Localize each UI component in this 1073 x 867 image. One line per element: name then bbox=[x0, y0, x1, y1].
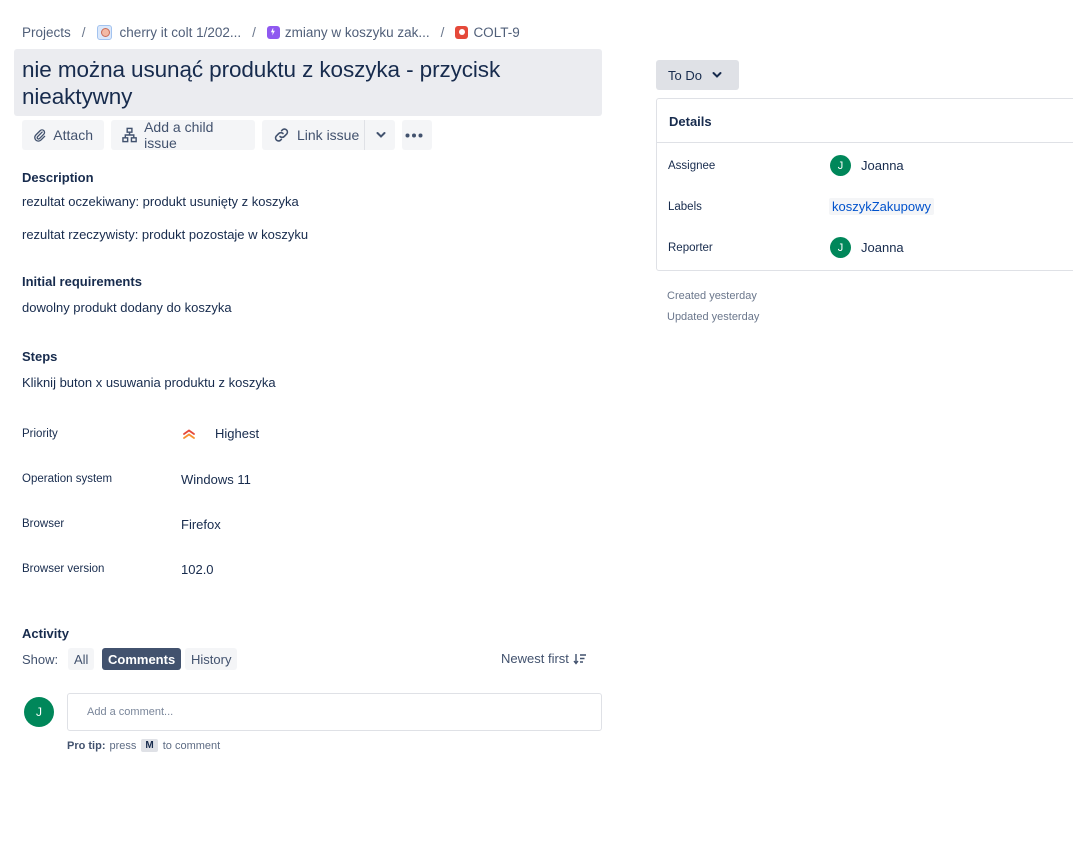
labels-field[interactable]: koszykZakupowy bbox=[829, 198, 934, 215]
more-icon bbox=[405, 133, 422, 137]
link-issue-dropdown-button[interactable] bbox=[366, 120, 395, 150]
current-user-avatar: J bbox=[24, 697, 54, 727]
filter-comments[interactable]: Comments bbox=[102, 648, 182, 670]
initial-requirements-text: dowolny produkt dodany do koszyka bbox=[22, 300, 232, 315]
updated-date: Updated yesterday bbox=[667, 311, 760, 323]
pro-tip: Pro tip: press M to comment bbox=[67, 739, 220, 752]
activity-heading: Activity bbox=[22, 626, 69, 641]
priority-label: Priority bbox=[22, 428, 58, 440]
pro-tip-label: Pro tip: bbox=[67, 739, 106, 752]
labels-label: Labels bbox=[668, 201, 702, 213]
breadcrumb-issue[interactable]: COLT-9 bbox=[455, 24, 520, 40]
browser-version-label: Browser version bbox=[22, 563, 105, 575]
pro-tip-press: press bbox=[109, 739, 137, 752]
reporter-field[interactable]: J Joanna bbox=[830, 237, 904, 258]
browser-value[interactable]: Firefox bbox=[181, 517, 221, 532]
description-heading: Description bbox=[22, 170, 94, 185]
comment-input[interactable]: Add a comment... bbox=[67, 693, 602, 731]
paperclip-icon bbox=[34, 129, 46, 142]
more-actions-button[interactable] bbox=[402, 120, 432, 150]
description-line-2: rezultat rzeczywisty: produkt pozostaje … bbox=[22, 227, 309, 242]
breadcrumb-epic[interactable]: zmiany w koszyku zak... bbox=[266, 24, 430, 40]
initial-requirements-heading: Initial requirements bbox=[22, 274, 142, 289]
add-child-issue-label: Add a child issue bbox=[144, 119, 214, 151]
breadcrumb-issue-key: COLT-9 bbox=[473, 24, 520, 40]
priority-field[interactable]: Highest bbox=[181, 426, 259, 441]
browser-label: Browser bbox=[22, 518, 65, 530]
steps-text: Kliknij buton x usuwania produktu z kosz… bbox=[22, 375, 276, 390]
description-line-1: rezultat oczekiwany: produkt usunięty z … bbox=[22, 194, 299, 209]
sort-button[interactable]: Newest first bbox=[501, 651, 587, 666]
assignee-label: Assignee bbox=[668, 160, 716, 172]
project-avatar-icon bbox=[96, 24, 112, 40]
link-icon bbox=[274, 128, 289, 142]
add-child-issue-button[interactable]: Add a child issue bbox=[111, 119, 255, 151]
browser-version-value[interactable]: 102.0 bbox=[181, 562, 214, 577]
priority-value: Highest bbox=[215, 426, 260, 441]
steps-heading: Steps bbox=[22, 349, 58, 364]
sort-icon bbox=[573, 653, 586, 665]
breadcrumb-separator: / bbox=[252, 24, 256, 40]
status-label: To Do bbox=[668, 67, 702, 83]
chevron-down-icon bbox=[376, 132, 385, 138]
attach-button[interactable]: Attach bbox=[22, 120, 104, 150]
assignee-field[interactable]: J Joanna bbox=[830, 155, 904, 176]
breadcrumb-projects[interactable]: Projects bbox=[22, 25, 71, 40]
button-divider bbox=[364, 120, 365, 150]
link-issue-label: Link issue bbox=[297, 127, 360, 143]
shortcut-key: M bbox=[141, 739, 158, 752]
created-date: Created yesterday bbox=[667, 290, 757, 302]
status-dropdown[interactable]: To Do bbox=[656, 60, 739, 90]
epic-icon bbox=[266, 25, 280, 39]
breadcrumb-project-label: cherry it colt 1/202... bbox=[119, 24, 242, 40]
breadcrumb-project[interactable]: cherry it colt 1/202... bbox=[96, 24, 242, 40]
pro-tip-rest: to comment bbox=[162, 739, 221, 752]
details-heading[interactable]: Details bbox=[657, 99, 1073, 143]
issue-title-field[interactable]: nie można usunąć produktu z koszyka - pr… bbox=[14, 49, 602, 116]
operation-system-value[interactable]: Windows 11 bbox=[181, 472, 251, 487]
chevron-down-icon bbox=[712, 72, 722, 78]
breadcrumb-separator: / bbox=[81, 24, 86, 40]
filter-all[interactable]: All bbox=[68, 648, 95, 670]
operation-system-label: Operation system bbox=[22, 473, 113, 485]
assignee-name: Joanna bbox=[861, 158, 904, 173]
breadcrumb-epic-label: zmiany w koszyku zak... bbox=[284, 24, 430, 40]
filter-history[interactable]: History bbox=[185, 648, 238, 670]
comment-placeholder: Add a comment... bbox=[87, 706, 174, 718]
reporter-name: Joanna bbox=[861, 240, 904, 255]
reporter-label: Reporter bbox=[668, 242, 713, 254]
reporter-avatar: J bbox=[830, 237, 851, 258]
priority-highest-icon bbox=[183, 428, 195, 439]
bug-icon bbox=[455, 25, 469, 39]
assignee-avatar: J bbox=[830, 155, 851, 176]
breadcrumb: Projects / cherry it colt 1/202... / zmi… bbox=[22, 23, 520, 41]
attach-label: Attach bbox=[53, 127, 93, 143]
issue-title: nie można usunąć produktu z koszyka - pr… bbox=[22, 57, 501, 109]
show-label: Show: bbox=[22, 652, 59, 667]
sort-label: Newest first bbox=[501, 651, 569, 666]
breadcrumb-separator: / bbox=[440, 24, 445, 40]
child-issue-icon bbox=[122, 127, 137, 143]
label-tag[interactable]: koszykZakupowy bbox=[829, 198, 934, 215]
